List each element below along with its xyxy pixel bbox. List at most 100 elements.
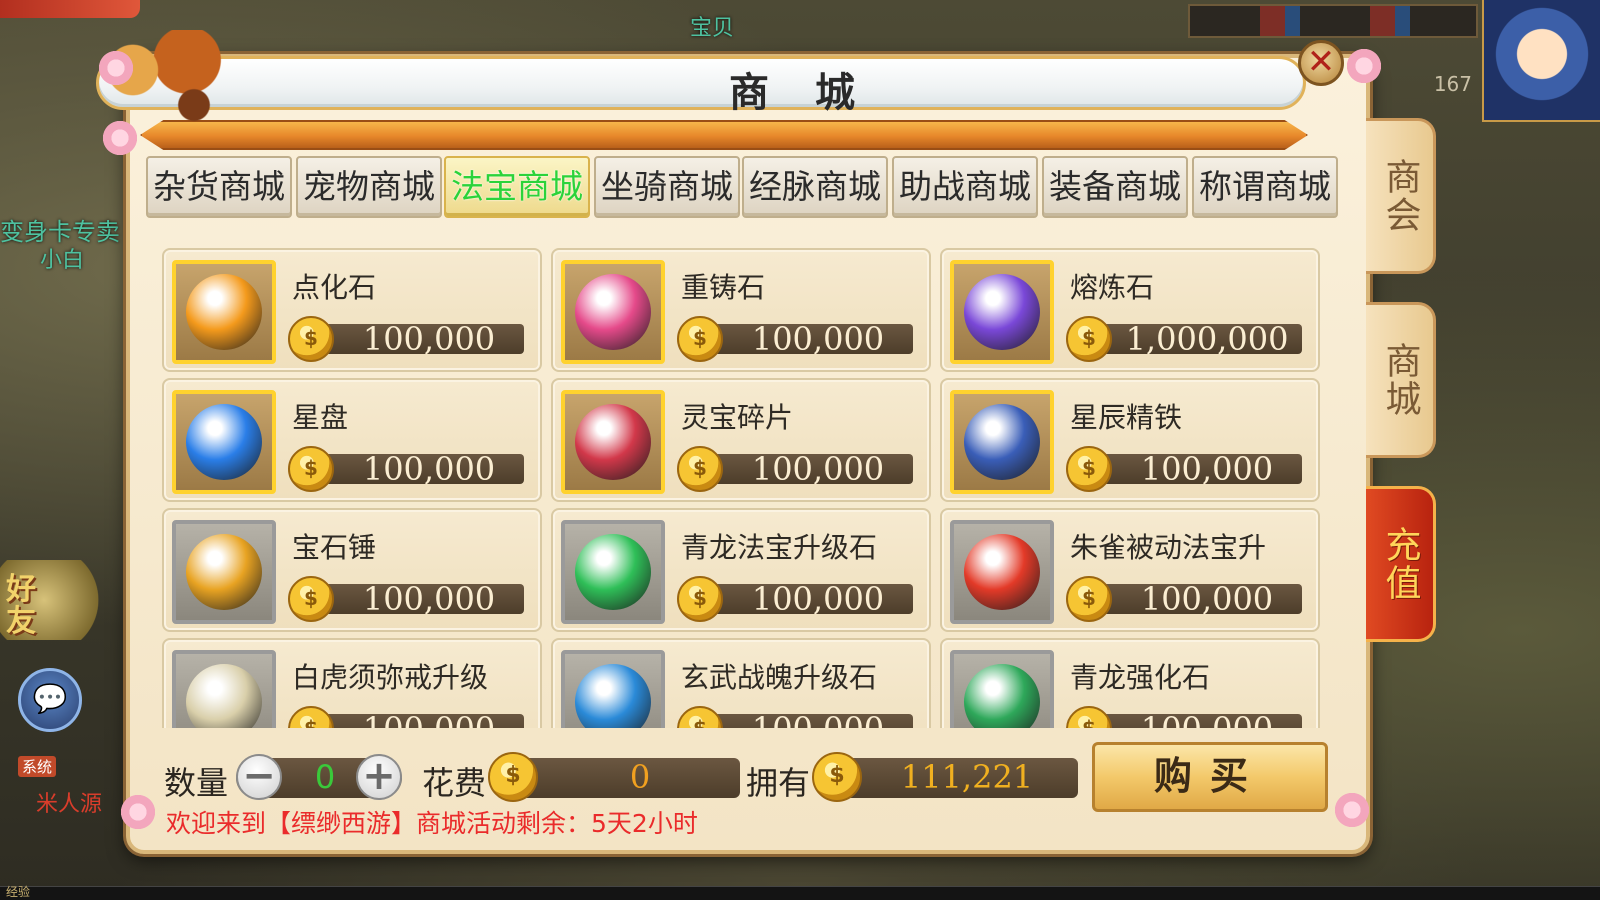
blossom-icon [100, 118, 140, 158]
item-price: 1,000,000 [1125, 320, 1289, 358]
item-icon-frame [172, 520, 276, 624]
item-name: 重铸石 [681, 271, 766, 304]
chat-icon[interactable]: 💬 [18, 668, 82, 732]
minus-button[interactable]: − [236, 754, 282, 800]
red-fragment-icon [575, 404, 651, 480]
event-banner[interactable] [0, 0, 140, 18]
friend-button-label[interactable]: 好友 [6, 574, 46, 638]
item-card[interactable]: 星辰精铁 $100,000 [940, 378, 1320, 502]
tab-equipment[interactable]: 装备商城 [1042, 156, 1188, 218]
item-name: 宝石锤 [292, 531, 377, 564]
rainbow-eye-stone-icon [575, 274, 651, 350]
blue-ore-icon [964, 404, 1040, 480]
gold-coin-icon: $ [288, 706, 334, 728]
item-card[interactable]: 星盘 $100,000 [162, 378, 542, 502]
gold-coin-icon: $ [488, 752, 538, 802]
side-tab-recharge[interactable]: 充值 [1366, 486, 1436, 642]
item-icon-frame [172, 650, 276, 728]
blue-star-gem-icon [186, 404, 262, 480]
item-price: 100,000 [1140, 450, 1274, 488]
purple-crystal-icon [964, 274, 1040, 350]
item-name: 朱雀被动法宝升 [1070, 531, 1267, 564]
item-icon-frame [172, 260, 276, 364]
item-card[interactable]: 青龙强化石 $100,000 [940, 638, 1320, 728]
gold-coin-icon: $ [1066, 446, 1112, 492]
player-status-bars [1188, 4, 1478, 38]
system-badge: 系统 [18, 756, 57, 777]
item-icon-frame [950, 650, 1054, 728]
buy-button[interactable]: 购买 [1092, 742, 1328, 812]
item-name: 星盘 [292, 401, 349, 434]
gold-coin-icon: $ [677, 576, 723, 622]
close-button[interactable]: ✕ [1298, 40, 1344, 86]
blossom-icon [1332, 790, 1372, 830]
item-icon-frame [561, 650, 665, 728]
quantity-label: 数量 [164, 764, 229, 802]
item-card[interactable]: 点化石 $100,000 [162, 248, 542, 372]
promo-notice: 欢迎来到【缥缈西游】商城活动剩余：5天2小时 [166, 809, 698, 838]
item-name: 青龙法宝升级石 [681, 531, 878, 564]
close-icon: ✕ [1306, 42, 1336, 82]
tab-meridians[interactable]: 经脉商城 [742, 156, 888, 218]
plus-button[interactable]: + [356, 754, 402, 800]
item-price: 100,000 [751, 320, 885, 358]
gold-coin-icon: $ [677, 316, 723, 362]
item-card[interactable]: 白虎须弥戒升级 $100,000 [162, 638, 542, 728]
gold-hammer-icon [186, 534, 262, 610]
item-price: 100,000 [751, 450, 885, 488]
item-icon-frame [561, 520, 665, 624]
item-icon-frame [950, 390, 1054, 494]
item-icon-frame [172, 390, 276, 494]
side-tab-mall[interactable]: 商城 [1366, 302, 1436, 458]
item-card[interactable]: 灵宝碎片 $100,000 [551, 378, 931, 502]
item-price: 100,000 [723, 710, 913, 728]
item-card[interactable]: 青龙法宝升级石 $100,000 [551, 508, 931, 632]
blossom-icon [1344, 46, 1384, 86]
gold-coin-icon: $ [1066, 706, 1112, 728]
quantity-value: 0 [314, 758, 336, 796]
item-card[interactable]: 熔炼石 $1,000,000 [940, 248, 1320, 372]
friend-label: 好友 [6, 572, 36, 639]
side-tab-guild-shop[interactable]: 商会 [1366, 118, 1436, 274]
plus-icon: + [362, 753, 396, 799]
gold-coin-icon: $ [812, 752, 862, 802]
green-jade-dragon-icon [964, 664, 1040, 728]
minus-icon: − [242, 753, 276, 799]
bg-label-npc: 小白 [40, 248, 85, 273]
gold-coin-icon: $ [677, 446, 723, 492]
system-chat-text: 米人源 [36, 792, 103, 817]
gold-coin-icon: $ [288, 446, 334, 492]
gold-coin-icon: $ [288, 576, 334, 622]
item-card[interactable]: 宝石锤 $100,000 [162, 508, 542, 632]
item-price: 100,000 [1112, 710, 1302, 728]
item-grid[interactable]: 点化石 $100,000 重铸石 $100,000 熔炼石 $1,000,000 星盘 $10… [162, 248, 1324, 728]
cost-label: 花费 [422, 764, 487, 802]
item-icon-frame [561, 390, 665, 494]
title-ribbon [140, 120, 1308, 150]
tab-sundries[interactable]: 杂货商城 [146, 156, 292, 218]
item-card[interactable]: 朱雀被动法宝升 $100,000 [940, 508, 1320, 632]
item-name: 玄武战魄升级石 [681, 661, 878, 694]
tab-assist[interactable]: 助战商城 [892, 156, 1038, 218]
item-price: 100,000 [362, 450, 496, 488]
tab-treasures[interactable]: 法宝商城 [444, 156, 590, 218]
item-price: 100,000 [362, 320, 496, 358]
tab-mounts[interactable]: 坐骑商城 [594, 156, 740, 218]
fire-swirl-stone-icon [186, 274, 262, 350]
item-icon-frame [561, 260, 665, 364]
tab-titles[interactable]: 称谓商城 [1192, 156, 1338, 218]
bg-label-baobei: 宝贝 [690, 16, 735, 41]
item-name: 白虎须弥戒升级 [292, 661, 489, 694]
blossom-icon [96, 48, 136, 88]
item-price: 100,000 [751, 580, 885, 618]
exp-label: 经验 [6, 885, 31, 899]
tab-pets[interactable]: 宠物商城 [296, 156, 442, 218]
item-card[interactable]: 玄武战魄升级石 $100,000 [551, 638, 931, 728]
item-card[interactable]: 重铸石 $100,000 [551, 248, 931, 372]
owned-value: 111,221 [900, 758, 1034, 796]
owned-label: 拥有 [746, 764, 811, 802]
gold-coin-icon: $ [288, 316, 334, 362]
item-icon-frame [950, 520, 1054, 624]
white-tiger-coin-icon [186, 664, 262, 728]
item-name: 点化石 [292, 271, 377, 304]
